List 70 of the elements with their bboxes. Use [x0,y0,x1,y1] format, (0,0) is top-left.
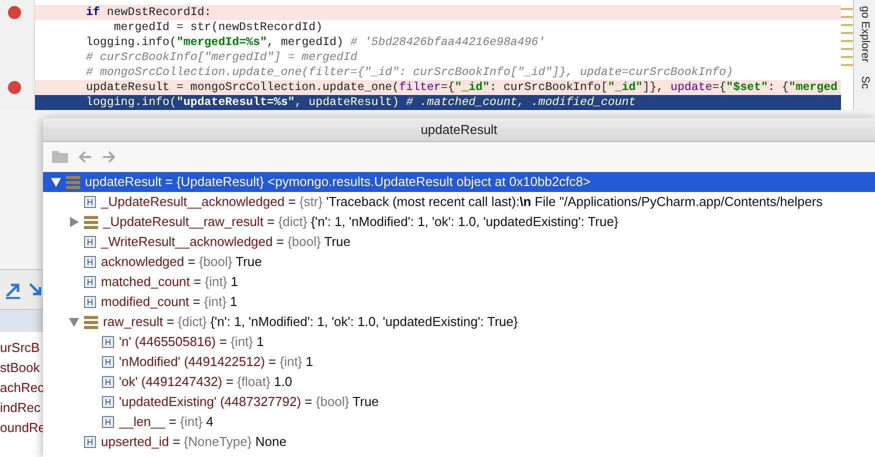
scroll-marker [841,24,853,26]
code-line: logging.info("mergedId=%s", mergedId) # '5bd28426bfaa44216e98a496' [85,35,546,50]
tree-row[interactable]: raw_result = {dict} {'n': 1, 'nModified': 1, 'ok': 1.0, 'updatedExisting': True} [43,312,875,332]
tree-row[interactable]: 'n' (4465505816) = {int} 1 [43,332,875,352]
variable-entry: 'ok' (4491247432) = {float} 1.0 [119,373,292,392]
collapsed-arrow-icon[interactable] [70,217,78,227]
field-icon [84,256,96,268]
field-icon [84,436,96,448]
tree-row[interactable]: 'updatedExisting' (4487327792) = {bool} True [43,392,875,412]
scroll-marker [841,56,853,58]
field-icon [102,356,114,368]
tree-row[interactable]: upserted_id = {NoneType} None [43,432,875,452]
field-icon [102,336,114,348]
tree-row[interactable]: 'nModified' (4491422512) = {int} 1 [43,352,875,372]
variable-entry: modified_count = {int} 1 [101,293,238,312]
variable-entry: _UpdateResult__acknowledged = {str} 'Traceback (most recent call last):\n File "/Applications/PyCharm.app/Contents/helpers [101,193,823,212]
breakpoint-icon[interactable] [8,81,21,94]
expanded-arrow-icon[interactable] [69,318,79,326]
variable-name: indRec [0,399,40,417]
tree-row[interactable]: _UpdateResult__acknowledged = {str} 'Traceback (most recent call last):\n File "/Applications/PyCharm.app/Contents/helpers [43,192,875,212]
variable-name: stBook [0,359,40,377]
back-icon[interactable] [77,150,93,164]
expanded-arrow-icon[interactable] [51,178,61,186]
object-icon [84,216,98,228]
breakpoint-icon[interactable] [8,6,21,19]
code-line: mergedId = str(newDstRecordId) [112,20,324,35]
code-line: # mongoSrcCollection.update_one(filter={"_id": curSrcBookInfo["_id"]}, update=curSrcBookInfo) [85,65,734,80]
scroll-marker [841,48,853,50]
tree-row[interactable]: modified_count = {int} 1 [43,292,875,312]
field-icon [102,396,114,408]
tree-row[interactable]: matched_count = {int} 1 [43,272,875,292]
field-icon [84,196,96,208]
object-icon [84,316,98,328]
field-icon [102,376,114,388]
tree-row[interactable]: _WriteResult__acknowledged = {bool} True [43,232,875,252]
tree-row[interactable]: __len__ = {int} 4 [43,412,875,432]
scroll-marker [841,16,853,18]
variable-name: urSrcB [0,339,40,357]
tree-row[interactable]: 'ok' (4491247432) = {float} 1.0 [43,372,875,392]
variable-entry: 'updatedExisting' (4487327792) = {bool} True [119,393,379,412]
tree-row[interactable]: _UpdateResult__raw_result = {dict} {'n': 1, 'nModified': 1, 'ok': 1.0, 'updatedExisting': True} [43,212,875,232]
variable-entry: raw_result = {dict} {'n': 1, 'nModified': 1, 'ok': 1.0, 'updatedExisting': True} [103,313,518,332]
variable-entry: upserted_id = {NoneType} None [101,433,286,452]
variable-entry: _WriteResult__acknowledged = {bool} True [101,233,350,252]
scroll-marker [841,32,853,34]
forward-icon[interactable] [101,150,117,164]
variable-name: oundRe [0,419,46,437]
variable-entry: _UpdateResult__raw_result = {dict} {'n': 1, 'nModified': 1, 'ok': 1.0, 'updatedExisting': True} [103,213,618,232]
variable-entry: 'nModified' (4491422512) = {int} 1 [119,353,314,372]
code-line: # curSrcBookInfo["mergedId"] = mergedId [85,50,358,65]
field-icon [84,236,96,248]
tool-window-tab[interactable]: go Explorer [856,6,873,62]
variable-entry: acknowledged = {bool} True [101,253,262,272]
variable-entry: matched_count = {int} 1 [101,273,238,292]
step-into-icon[interactable] [28,282,44,298]
scroll-marker [841,64,853,66]
tool-window-tab[interactable]: Sc [856,76,873,90]
field-icon [102,416,114,428]
tree-row[interactable]: acknowledged = {bool} True [43,252,875,272]
object-icon [66,176,80,188]
field-icon [84,276,96,288]
variable-entry: updateResult = {UpdateResult} <pymongo.results.UpdateResult object at 0x10bb2cfc8> [85,173,591,192]
popup-title: updateResult [420,120,498,139]
variable-name: achRec [0,379,44,397]
tree-row[interactable]: updateResult = {UpdateResult} <pymongo.results.UpdateResult object at 0x10bb2cfc8> [43,172,875,192]
scroll-marker [841,40,853,42]
variable-entry: __len__ = {int} 4 [119,413,214,432]
variable-entry: 'n' (4465505816) = {int} 1 [119,333,264,352]
scroll-marker [841,8,853,10]
field-icon [84,296,96,308]
